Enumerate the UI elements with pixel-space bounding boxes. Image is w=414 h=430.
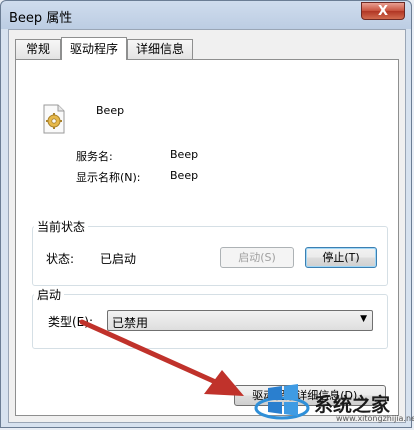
dialog-client-area: 常规 驱动程序 详细信息 Beep 服务名: Beep 显示名称(N): Bee…: [8, 29, 406, 423]
tab-general[interactable]: 常规: [15, 39, 61, 59]
service-name: Beep: [96, 104, 125, 117]
watermark-text: 系统之家: [314, 394, 391, 416]
display-name-value: Beep: [170, 169, 199, 182]
startup-type-select[interactable]: 已禁用 ▼: [107, 310, 373, 331]
startup-type-label: 类型(E):: [48, 315, 93, 329]
tab-driver-label: 驱动程序: [69, 42, 118, 56]
display-name-label: 显示名称(N):: [76, 171, 141, 184]
stop-button-label: 停止(T): [322, 251, 360, 264]
tab-panel-driver: Beep 服务名: Beep 显示名称(N): Beep 当前状态 状态: 已启…: [15, 59, 399, 416]
service-name-value: Beep: [170, 148, 199, 161]
current-status-title: 当前状态: [34, 218, 89, 235]
status-label: 状态:: [46, 252, 75, 266]
watermark-logo-icon: [254, 384, 310, 420]
chevron-down-icon: ▼: [360, 314, 367, 324]
title-bar[interactable]: Beep 属性 X: [1, 1, 411, 29]
window-title: Beep 属性: [9, 11, 73, 26]
properties-window: Beep 属性 X 常规 驱动程序 详细信息 Beep 服务名: Beep 显示…: [0, 0, 412, 428]
status-value: 已启动: [100, 252, 137, 266]
watermark-url: www.xitongzhijia.net: [336, 414, 414, 423]
tab-details-label: 详细信息: [135, 42, 184, 56]
tab-general-label: 常规: [25, 42, 50, 56]
tab-details[interactable]: 详细信息: [127, 39, 193, 59]
startup-type-value: 已禁用: [112, 316, 149, 330]
service-name-label: 服务名:: [76, 150, 113, 163]
stop-button[interactable]: 停止(T): [305, 247, 377, 268]
start-button[interactable]: 启动(S): [220, 247, 294, 268]
watermark: 系统之家 www.xitongzhijia.net: [248, 378, 414, 430]
tab-driver[interactable]: 驱动程序: [61, 37, 127, 60]
close-button[interactable]: X: [361, 2, 405, 20]
startup-title: 启动: [34, 286, 65, 303]
close-icon: X: [377, 4, 389, 19]
start-button-label: 启动(S): [238, 251, 276, 264]
gear-file-icon: [43, 104, 65, 134]
